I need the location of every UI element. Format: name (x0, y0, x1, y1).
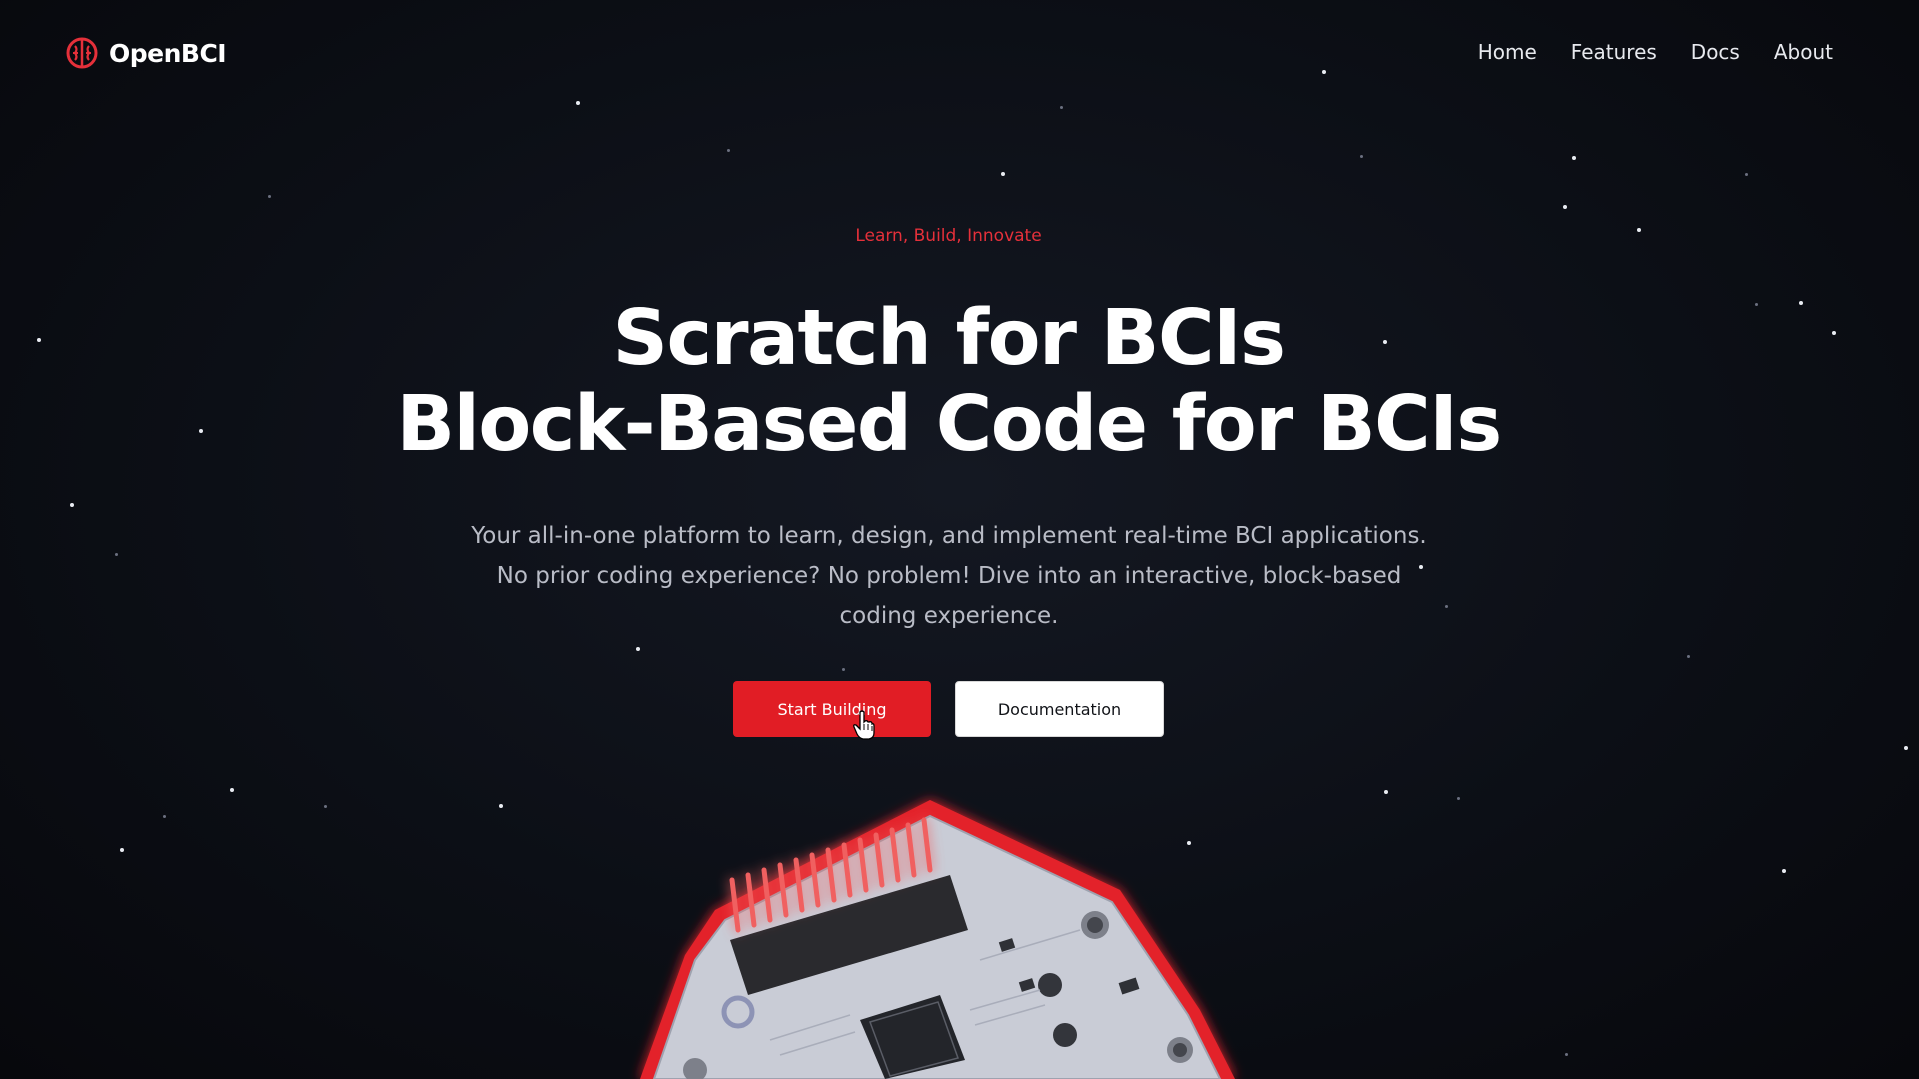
star (1445, 605, 1448, 608)
star (70, 503, 74, 507)
hero-actions: Start Building Documentation (733, 681, 1164, 737)
star (499, 804, 503, 808)
hero-title-line-1: Scratch for BCIs (612, 294, 1286, 383)
circuit-board-image (640, 800, 1235, 1079)
hero-eyebrow: Learn, Build, Innovate (855, 226, 1042, 246)
start-building-button[interactable]: Start Building (733, 681, 931, 737)
star (1572, 156, 1576, 160)
star (268, 195, 271, 198)
brain-icon (66, 37, 98, 69)
star (1904, 746, 1908, 750)
hero-subtitle: Your all-in-one platform to learn, desig… (471, 523, 1427, 629)
star (324, 805, 327, 808)
brand-name: OpenBCI (109, 38, 227, 68)
star (1565, 1053, 1568, 1056)
hero-title-line-2: Block-Based Code for BCIs (396, 380, 1502, 469)
star (1384, 790, 1388, 794)
nav-link-home[interactable]: Home (1478, 40, 1537, 64)
star (1563, 205, 1567, 209)
star (115, 553, 118, 556)
star (1687, 655, 1690, 658)
star (1457, 797, 1460, 800)
star (120, 848, 124, 852)
star (727, 149, 730, 152)
nav-link-docs[interactable]: Docs (1691, 40, 1740, 64)
star (1745, 173, 1748, 176)
star (230, 788, 234, 792)
star (1360, 155, 1363, 158)
brand-logo-link[interactable]: OpenBCI (65, 36, 227, 70)
nav-link-features[interactable]: Features (1571, 40, 1657, 64)
star (1782, 869, 1786, 873)
hero-title: Scratch for BCIs Block-Based Code for BC… (0, 296, 1897, 468)
star (636, 647, 640, 651)
nav-links: Home Features Docs About (1478, 40, 1833, 64)
star (163, 815, 166, 818)
nav-link-about[interactable]: About (1774, 40, 1833, 64)
star (1001, 172, 1005, 176)
star (842, 668, 845, 671)
documentation-button[interactable]: Documentation (955, 681, 1164, 737)
top-navigation: OpenBCI Home Features Docs About (0, 0, 1919, 108)
hand-pointer-cursor-icon (853, 710, 875, 740)
